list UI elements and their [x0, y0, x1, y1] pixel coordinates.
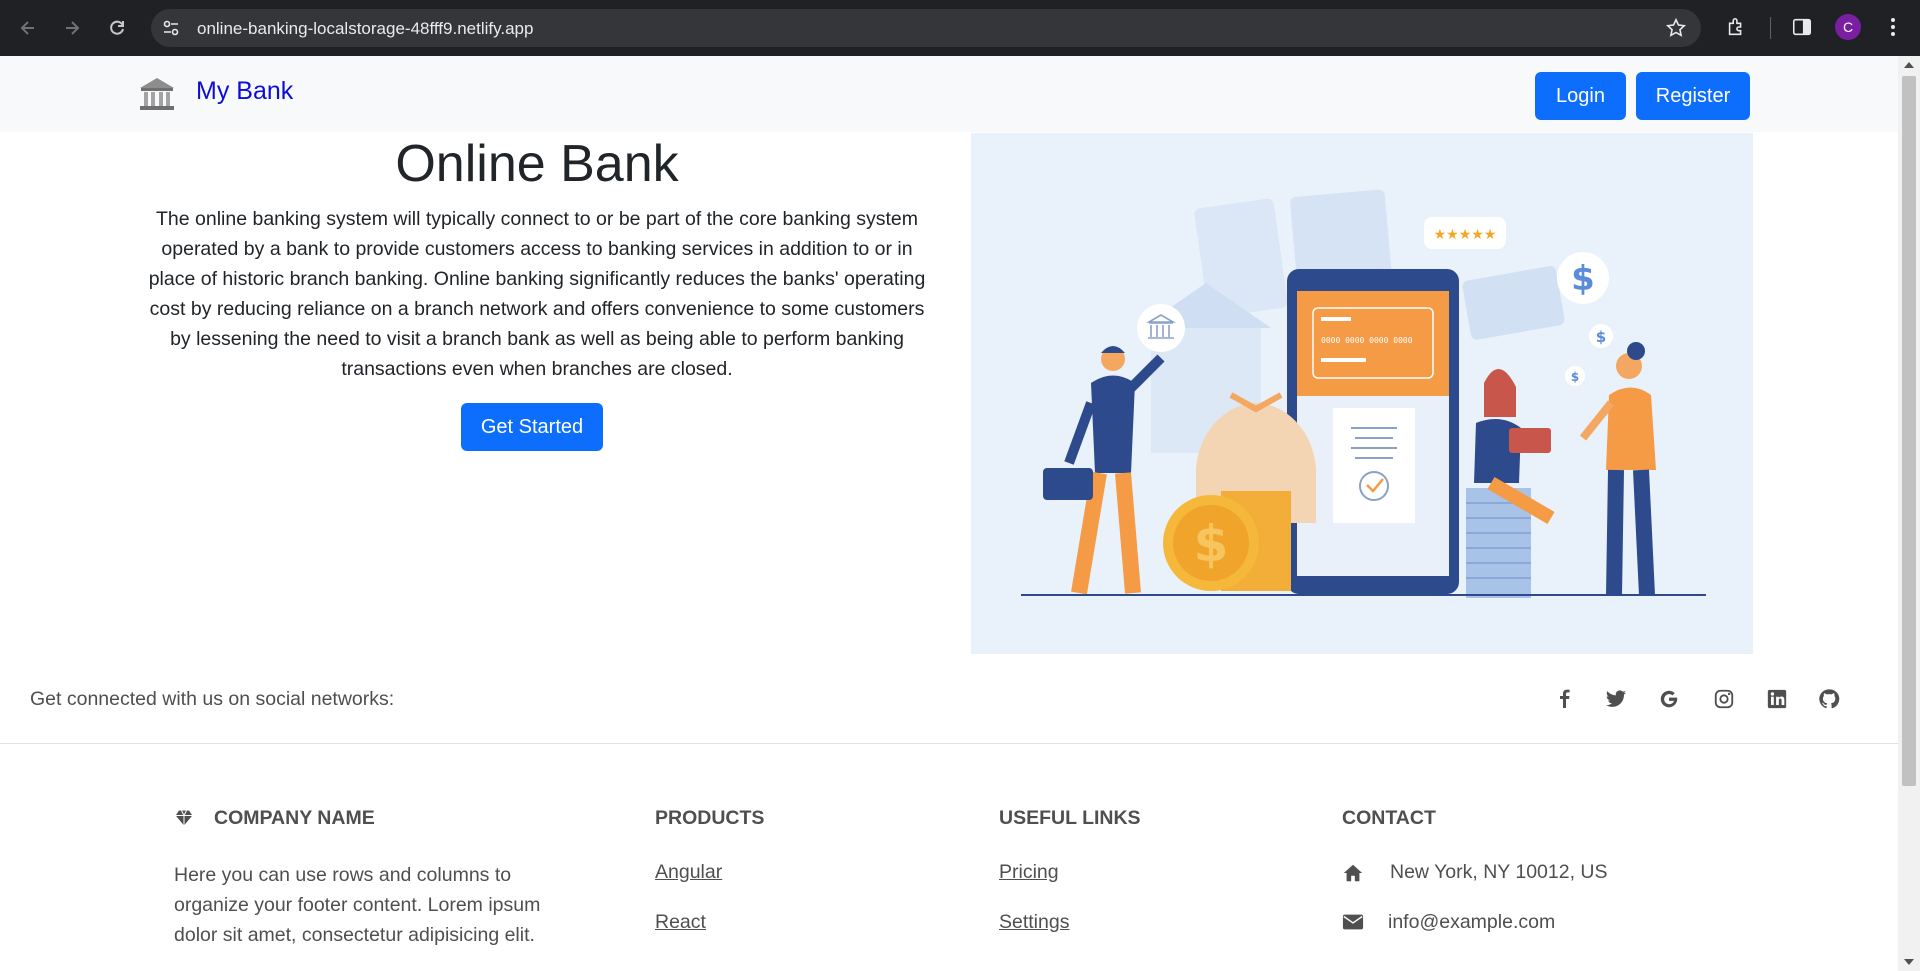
login-button[interactable]: Login	[1535, 72, 1626, 120]
useful-link-settings[interactable]: Settings	[999, 911, 1069, 934]
scroll-down-arrow-icon[interactable]	[1904, 959, 1914, 965]
home-icon	[1342, 862, 1364, 889]
back-icon[interactable]	[12, 12, 44, 44]
social-connect-text: Get connected with us on social networks…	[30, 688, 395, 710]
useful-link-pricing[interactable]: Pricing	[999, 861, 1059, 884]
gem-icon	[174, 808, 194, 833]
products-heading: PRODUCTS	[655, 807, 765, 829]
contact-address: New York, NY 10012, US	[1390, 861, 1608, 883]
navbar: My Bank Login Register	[0, 56, 1898, 132]
dollar-sign-small: $	[1596, 328, 1606, 346]
hero-title: Online Bank	[395, 135, 679, 193]
useful-links-heading: USEFUL LINKS	[999, 807, 1141, 829]
scroll-up-arrow-icon[interactable]	[1904, 62, 1914, 68]
page-viewport: My Bank Login Register Online Bank The o…	[0, 56, 1898, 971]
forward-icon[interactable]	[56, 12, 88, 44]
bank-building-icon[interactable]	[137, 74, 177, 114]
company-heading: COMPANY NAME	[214, 807, 375, 829]
contact-heading: CONTACT	[1342, 807, 1436, 829]
hero-description: The online banking system will typically…	[148, 208, 926, 380]
browser-toolbar: online-banking-localstorage-48fff9.netli…	[0, 0, 1920, 56]
register-button[interactable]: Register	[1636, 72, 1750, 120]
google-icon[interactable]	[1654, 684, 1684, 714]
rating-stars: ★★★★★	[1434, 227, 1497, 243]
menu-kebab-icon[interactable]	[1880, 14, 1906, 40]
site-info-icon[interactable]	[161, 18, 181, 38]
phone-card-number: 0000 0000 0000 0000	[1321, 336, 1413, 345]
contact-email: info@example.com	[1388, 911, 1556, 933]
toolbar-separator	[1770, 17, 1771, 39]
dollar-sign-tiny: $	[1571, 370, 1579, 384]
address-bar[interactable]: online-banking-localstorage-48fff9.netli…	[151, 9, 1701, 47]
dollar-sign-large: $	[1571, 259, 1595, 299]
product-link-angular[interactable]: Angular	[655, 861, 722, 884]
scrollbar-thumb[interactable]	[1902, 76, 1916, 786]
bookmark-star-icon[interactable]	[1665, 17, 1687, 39]
linkedin-icon[interactable]	[1762, 684, 1792, 714]
sidepanel-icon[interactable]	[1789, 14, 1815, 40]
profile-avatar[interactable]: C	[1835, 14, 1861, 40]
github-icon[interactable]	[1814, 684, 1844, 714]
envelope-icon	[1342, 913, 1364, 936]
coin-dollar-sign: $	[1194, 515, 1229, 573]
company-text: Here you can use rows and columns to org…	[174, 864, 541, 946]
hero-illustration: ★★★★★ $ $ $ 0000 0000 0000 0000 $	[971, 133, 1753, 654]
reload-icon[interactable]	[101, 12, 133, 44]
instagram-icon[interactable]	[1709, 684, 1739, 714]
product-link-react[interactable]: React	[655, 911, 706, 934]
page-scrollbar[interactable]	[1898, 56, 1920, 971]
brand-name[interactable]: My Bank	[196, 77, 293, 106]
url-text[interactable]: online-banking-localstorage-48fff9.netli…	[197, 19, 533, 39]
section-divider	[0, 743, 1898, 744]
extensions-icon[interactable]	[1723, 14, 1749, 40]
twitter-icon[interactable]	[1601, 684, 1631, 714]
get-started-button[interactable]: Get Started	[461, 403, 603, 451]
facebook-icon[interactable]	[1549, 684, 1579, 714]
